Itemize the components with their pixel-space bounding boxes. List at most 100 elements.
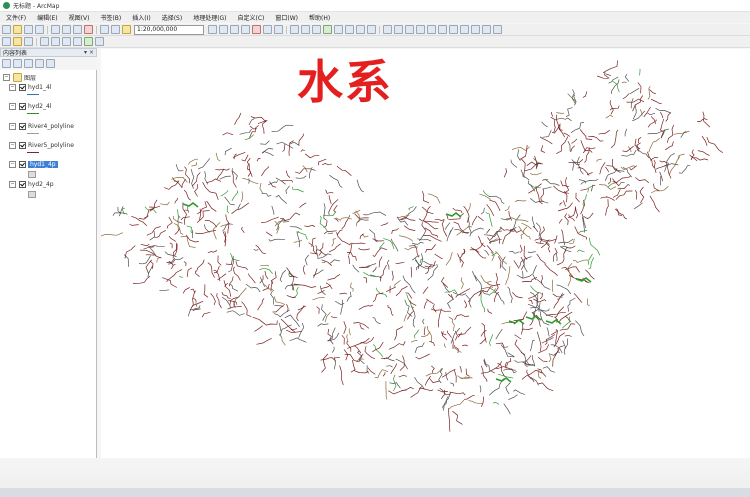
open-icon[interactable] <box>13 25 22 34</box>
layer-item[interactable]: − hyd1_4l <box>9 84 51 91</box>
measure-icon[interactable] <box>438 25 447 34</box>
list-by-source-icon[interactable] <box>13 59 22 68</box>
menu-customize[interactable]: 自定义(C) <box>238 13 265 22</box>
copy-icon[interactable] <box>62 25 71 34</box>
layer-visibility-checkbox[interactable] <box>19 103 26 110</box>
toc-options-icon[interactable] <box>46 59 55 68</box>
collapse-icon[interactable]: − <box>9 103 16 110</box>
zoom-in-icon[interactable] <box>290 25 299 34</box>
fixed-zoom-out-icon[interactable] <box>345 25 354 34</box>
collapse-icon[interactable]: − <box>9 123 16 130</box>
list-by-visibility-icon[interactable] <box>24 59 33 68</box>
hyperlink-icon[interactable] <box>449 25 458 34</box>
layer-item[interactable]: − hyd2_4l <box>9 103 51 110</box>
time-slider-icon[interactable] <box>471 25 480 34</box>
layer-item[interactable]: − River5_polyline <box>9 142 74 149</box>
layer-visibility-checkbox[interactable] <box>19 123 26 130</box>
layers-root[interactable]: − 图层 <box>3 73 36 82</box>
new-map-icon[interactable] <box>2 25 11 34</box>
menu-bookmarks[interactable]: 书签(B) <box>100 13 121 22</box>
collapse-icon[interactable]: − <box>3 74 10 81</box>
create-viewer-icon[interactable] <box>493 25 502 34</box>
layer-name[interactable]: hyd1_4p <box>28 161 58 168</box>
menu-select[interactable]: 选择(S) <box>162 13 183 22</box>
layer-visibility-checkbox[interactable] <box>19 84 26 91</box>
layer-name[interactable]: hyd2_4p <box>28 181 54 188</box>
layer-visibility-checkbox[interactable] <box>19 181 26 188</box>
layer-symbol[interactable] <box>27 133 39 134</box>
forward-extent-icon[interactable] <box>367 25 376 34</box>
refresh-icon[interactable] <box>62 37 71 46</box>
menu-file[interactable]: 文件(F) <box>6 13 26 22</box>
river-segment <box>588 136 604 142</box>
layout-view-icon[interactable] <box>40 37 49 46</box>
cut-icon[interactable] <box>51 25 60 34</box>
html-popup-icon[interactable] <box>460 25 469 34</box>
layer-symbol[interactable] <box>27 113 39 114</box>
catalog-icon[interactable] <box>230 25 239 34</box>
delete-icon[interactable] <box>84 25 93 34</box>
layer-item-selected[interactable]: − hyd1_4p <box>9 161 58 168</box>
go-to-xy-icon[interactable] <box>482 25 491 34</box>
select-elements-icon[interactable] <box>405 25 414 34</box>
layer-name[interactable]: hyd1_4l <box>28 84 51 91</box>
fixed-zoom-in-icon[interactable] <box>334 25 343 34</box>
layer-symbol[interactable] <box>28 171 36 178</box>
arctoolbox-icon[interactable] <box>252 25 261 34</box>
select-features-icon[interactable] <box>383 25 392 34</box>
pause-drawing-icon[interactable] <box>73 37 82 46</box>
map-scale-input[interactable]: 1:20,000,000 <box>134 24 204 35</box>
layer-item[interactable]: − hyd2_4p <box>9 181 54 188</box>
river-segment <box>487 237 491 244</box>
river-segment <box>647 128 670 135</box>
zoom-out-icon[interactable] <box>301 25 310 34</box>
layer-visibility-checkbox[interactable] <box>19 142 26 149</box>
undo-icon[interactable] <box>100 25 109 34</box>
full-extent-icon[interactable] <box>323 25 332 34</box>
layer-symbol[interactable] <box>27 152 39 153</box>
redo-icon[interactable] <box>111 25 120 34</box>
table-of-contents-icon[interactable] <box>219 25 228 34</box>
menu-help[interactable]: 帮助(H) <box>309 13 330 22</box>
layer-dropdown-icon[interactable] <box>95 37 104 46</box>
save-doc-icon[interactable] <box>24 37 33 46</box>
menu-geoprocessing[interactable]: 地理处理(G) <box>193 13 226 22</box>
pan-icon[interactable] <box>312 25 321 34</box>
new-doc-icon[interactable] <box>2 37 11 46</box>
collapse-icon[interactable]: − <box>9 142 16 149</box>
identify-icon[interactable] <box>416 25 425 34</box>
save-icon[interactable] <box>24 25 33 34</box>
menu-view[interactable]: 视图(V) <box>69 13 90 22</box>
toc-window-controls[interactable]: ▾ × <box>84 49 94 56</box>
editor-toolbar-icon[interactable] <box>208 25 217 34</box>
layer-symbol[interactable] <box>28 191 36 198</box>
add-data-icon[interactable] <box>122 25 131 34</box>
clear-selection-icon[interactable] <box>394 25 403 34</box>
layer-visibility-checkbox[interactable] <box>19 161 26 168</box>
layer-item[interactable]: − River4_polyline <box>9 123 74 130</box>
layer-name[interactable]: hyd2_4l <box>28 103 51 110</box>
layer-name[interactable]: River4_polyline <box>28 123 74 130</box>
georeference-icon[interactable] <box>84 37 93 46</box>
paste-icon[interactable] <box>73 25 82 34</box>
menu-windows[interactable]: 窗口(W) <box>275 13 298 22</box>
print-icon[interactable] <box>35 25 44 34</box>
python-icon[interactable] <box>263 25 272 34</box>
list-by-drawing-order-icon[interactable] <box>2 59 11 68</box>
map-view[interactable]: 水系 <box>101 49 750 458</box>
model-builder-icon[interactable] <box>274 25 283 34</box>
search-icon[interactable] <box>241 25 250 34</box>
layer-name[interactable]: River5_polyline <box>28 142 74 149</box>
menu-insert[interactable]: 插入(I) <box>132 13 150 22</box>
open-folder-icon[interactable] <box>13 37 22 46</box>
data-view-icon[interactable] <box>51 37 60 46</box>
list-by-selection-icon[interactable] <box>35 59 44 68</box>
collapse-icon[interactable]: − <box>9 161 16 168</box>
collapse-icon[interactable]: − <box>9 181 16 188</box>
menu-edit[interactable]: 编辑(E) <box>37 13 57 22</box>
river-segment <box>146 226 161 236</box>
find-icon[interactable] <box>427 25 436 34</box>
layer-symbol[interactable] <box>27 94 39 95</box>
collapse-icon[interactable]: − <box>9 84 16 91</box>
back-extent-icon[interactable] <box>356 25 365 34</box>
